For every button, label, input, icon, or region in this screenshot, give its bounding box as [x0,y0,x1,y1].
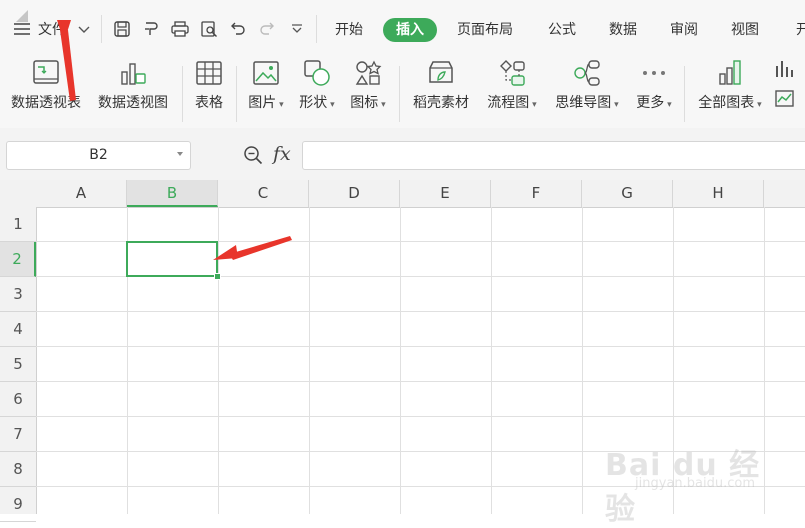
arrow-to-cell-b2 [213,236,292,260]
annotation-arrows [57,20,292,260]
arrow-to-file-menu [57,20,76,101]
